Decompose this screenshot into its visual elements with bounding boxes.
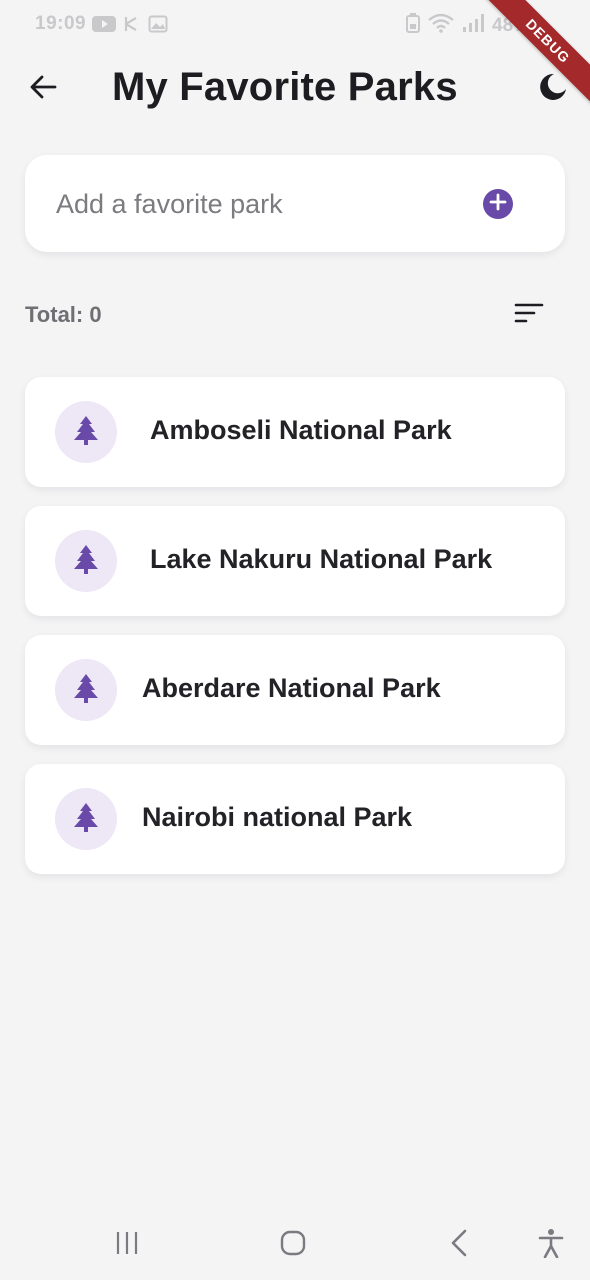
battery-saver-icon xyxy=(406,13,420,39)
wifi-icon xyxy=(428,13,454,39)
add-park-input[interactable] xyxy=(56,185,436,223)
add-park-button[interactable] xyxy=(483,189,513,219)
back-icon xyxy=(448,1229,470,1262)
sort-button[interactable] xyxy=(508,296,550,334)
arrow-left-icon xyxy=(28,72,58,107)
app-bar: My Favorite Parks xyxy=(0,55,590,121)
recents-icon xyxy=(114,1230,140,1261)
park-name: Lake Nakuru National Park xyxy=(150,544,493,574)
park-card[interactable]: Lake Nakuru National Park xyxy=(25,506,565,616)
home-button[interactable] xyxy=(277,1228,309,1262)
plus-circle-icon xyxy=(489,193,507,216)
status-time: 19:09 xyxy=(35,13,87,34)
accessibility-icon xyxy=(538,1228,564,1263)
park-card[interactable]: Aberdare National Park xyxy=(25,635,565,745)
park-list: Amboseli National Park Lake Nakuru Natio… xyxy=(25,377,565,893)
nav-back-button[interactable] xyxy=(444,1228,474,1262)
sort-icon xyxy=(514,301,544,330)
recents-button[interactable] xyxy=(112,1228,142,1262)
tree-icon xyxy=(73,802,99,837)
park-card[interactable]: Amboseli National Park xyxy=(25,377,565,487)
image-icon xyxy=(148,14,168,40)
park-name: Aberdare National Park xyxy=(142,673,441,703)
status-icons-left xyxy=(92,14,168,40)
park-name: Nairobi national Park xyxy=(142,802,413,832)
total-count: Total: 0 xyxy=(25,302,102,327)
park-name: Amboseli National Park xyxy=(150,415,452,445)
moon-icon xyxy=(538,72,568,107)
theme-toggle-button[interactable] xyxy=(532,68,574,110)
signal-icon xyxy=(462,13,484,39)
add-park-card xyxy=(25,155,565,252)
usb-icon xyxy=(122,14,142,40)
app-screen: 19:09 48% DEBUG My Favorite Parks Add a … xyxy=(0,0,590,1280)
page-title: My Favorite Parks xyxy=(112,65,458,109)
system-nav-bar xyxy=(0,1210,590,1280)
accessibility-button[interactable] xyxy=(536,1228,566,1262)
home-icon xyxy=(279,1229,307,1262)
back-button[interactable] xyxy=(22,68,64,110)
park-avatar xyxy=(55,788,117,850)
tree-icon xyxy=(73,415,99,450)
park-avatar xyxy=(55,530,117,592)
tree-icon xyxy=(73,544,99,579)
park-card[interactable]: Nairobi national Park xyxy=(25,764,565,874)
park-avatar xyxy=(55,401,117,463)
tree-icon xyxy=(73,673,99,708)
park-avatar xyxy=(55,659,117,721)
youtube-icon xyxy=(92,15,116,39)
